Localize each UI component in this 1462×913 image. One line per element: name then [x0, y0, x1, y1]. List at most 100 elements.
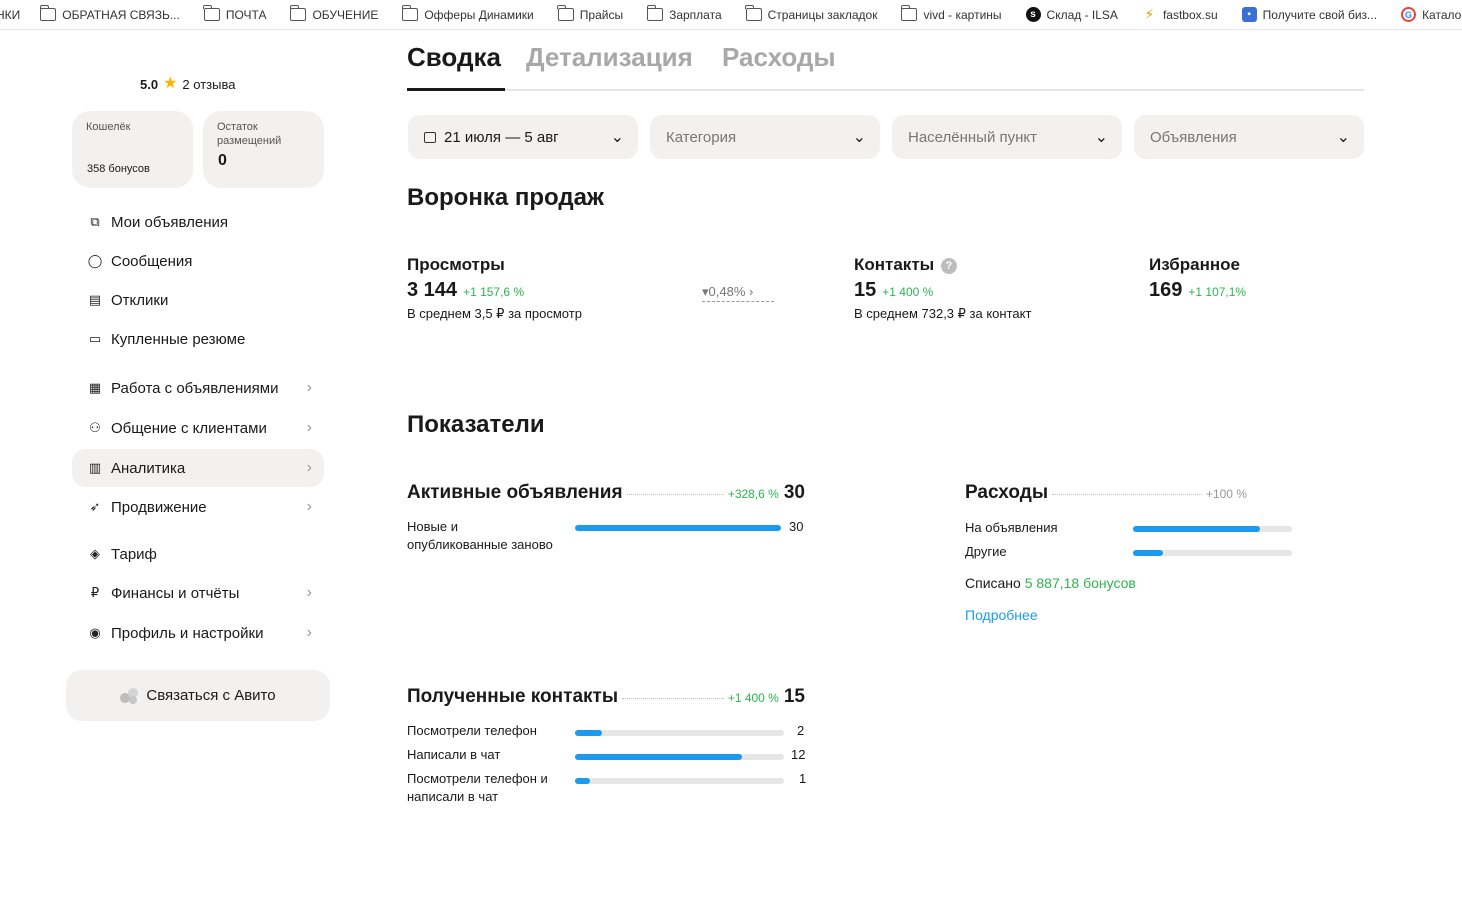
wallet-value: 358 бонусов [87, 163, 150, 175]
chevron-down-icon: ⌄ [852, 129, 866, 146]
location-filter[interactable]: Населённый пункт ⌄ [892, 115, 1122, 159]
category-filter[interactable]: Категория ⌄ [650, 115, 880, 159]
sidebar-item-label: Сообщения [111, 252, 193, 270]
contact-avito-button[interactable]: Связаться с Авито [66, 670, 330, 721]
bookmark-label: Офферы Динамики [424, 7, 534, 22]
contacts-metric: Контакты ? 15 +1 400 % В среднем 732,3 ₽… [854, 255, 1031, 322]
chat-bubbles-icon [120, 687, 140, 704]
folder-icon [745, 5, 762, 21]
bar-fill [575, 525, 781, 531]
sidebar-item-analytics[interactable]: ▥ Аналитика › [72, 449, 324, 487]
contacts-row-label: Посмотрели телефон и написали в чат [407, 771, 548, 804]
bookmark-label: ОБРАТНАЯ СВЯЗЬ... [62, 7, 180, 22]
views-title: Просмотры [407, 255, 505, 274]
sidebar-item-ads-work[interactable]: ▦ Работа с объявлениями › [72, 369, 324, 407]
expenses-row-bar [1133, 550, 1292, 556]
date-range-filter[interactable]: 21 июля — 5 авг ⌄ [408, 115, 638, 159]
wallet-card[interactable]: Кошелёк 358 бонусов [72, 111, 193, 188]
sidebar-item-my-ads[interactable]: ⧉ Мои объявления [72, 203, 324, 241]
contacts-row-value: 1 [799, 771, 807, 786]
bookmark-label: Прайсы [579, 7, 624, 22]
bookmark-salary[interactable]: Зарплата [646, 5, 722, 22]
sidebar-item-finance[interactable]: ₽ Финансы и отчёты › [72, 574, 324, 612]
expenses-row-label: На объявления [965, 520, 1058, 535]
sidebar-item-tariff[interactable]: ◈ Тариф [72, 535, 324, 573]
bookmark-feedback[interactable]: ОБРАТНАЯ СВЯЗЬ... [39, 5, 180, 22]
sidebar-item-responses[interactable]: ▤ Отклики [72, 281, 324, 319]
bar-fill [1133, 526, 1261, 532]
ads-filter[interactable]: Объявления ⌄ [1134, 115, 1364, 159]
favorites-title: Избранное [1149, 255, 1240, 274]
sidebar-item-label: Продвижение [111, 498, 207, 516]
contacts-delta: +1 400 % [882, 285, 934, 299]
responses-icon: ▤ [88, 292, 102, 307]
ruble-icon: ₽ [90, 585, 100, 600]
ads-work-icon: ▦ [88, 380, 102, 395]
rating-score: 5.0 [140, 76, 159, 92]
sidebar-item-label: Аналитика [111, 459, 186, 477]
spent-value: 5 887,18 бонусов [1024, 575, 1136, 591]
expenses-delta: +100 % [1205, 487, 1247, 501]
bar-fill [1133, 550, 1164, 556]
bookmark-vivd[interactable]: vivd - картины [900, 5, 1002, 22]
dotted-leader [626, 494, 724, 495]
contact-avito-label: Связаться с Авито [146, 687, 276, 704]
active-ads-title: Активные объявления [407, 482, 623, 503]
bookmark-label: Зарплата [669, 7, 722, 22]
conversion-rate[interactable]: ▾0,48% › [702, 284, 774, 302]
bookmark-label: Получите свой биз... [1262, 7, 1378, 22]
placements-value: 0 [218, 152, 227, 169]
funnel-title: Воронка продаж [407, 184, 604, 211]
bookmark-google[interactable]: G Каталог: Google [1401, 7, 1462, 22]
sidebar-item-promotion[interactable]: ➶ Продвижение › [72, 488, 324, 526]
sidebar-item-profile[interactable]: ◉ Профиль и настройки › [72, 614, 324, 652]
expenses-row-bar [1133, 526, 1292, 532]
analytics-tabs: Сводка Детализация Расходы [407, 42, 1364, 91]
bookmark-training[interactable]: ОБУЧЕНИЕ [289, 5, 378, 22]
favorites-delta: +1 107,1% [1188, 285, 1247, 299]
indicators-title: Показатели [407, 411, 545, 438]
chevron-right-icon: › [745, 284, 754, 299]
ads-placeholder: Объявления [1150, 128, 1237, 146]
chevron-down-icon: ⌄ [1094, 129, 1108, 146]
help-icon[interactable]: ? [940, 257, 957, 274]
bookmark-business[interactable]: ▪ Получите свой биз... [1241, 7, 1378, 22]
date-range-value: 21 июля — 5 авг [444, 128, 559, 146]
tab-details[interactable]: Детализация [526, 42, 693, 73]
contacts-row-value: 2 [797, 723, 805, 738]
bookmark-mail[interactable]: ПОЧТА [203, 5, 266, 22]
folder-icon [900, 5, 918, 21]
symfony-icon: s [1025, 7, 1041, 22]
active-ads-delta: +328,6 % [727, 487, 779, 501]
dotted-leader [1052, 494, 1202, 495]
bookmark-offers[interactable]: Офферы Динамики [401, 5, 534, 22]
dotted-leader [622, 698, 724, 699]
sidebar-item-label: Отклики [111, 291, 169, 309]
bar-fill [575, 730, 603, 736]
folder-icon [401, 5, 419, 21]
seller-rating[interactable]: 5.0 ★ 2 отзыва [140, 76, 235, 92]
expenses-row-label: Другие [965, 544, 1007, 559]
contacts-average: В среднем 732,3 ₽ за контакт [854, 306, 1032, 321]
sidebar-item-messages[interactable]: ◯ Сообщения [72, 242, 324, 280]
tab-summary[interactable]: Сводка [407, 42, 501, 73]
bookmark-ilsa[interactable]: s Склад - ILSA [1025, 7, 1118, 22]
more-link[interactable]: Подробнее [965, 607, 1038, 623]
bookmark-label: Каталог: Google [1422, 7, 1462, 22]
expenses-title: Расходы [965, 482, 1049, 503]
sidebar-item-clients[interactable]: ⚇ Общение с клиентами › [72, 409, 324, 447]
favorites-metric: Избранное 169 +1 107,1% [1149, 255, 1246, 302]
bookmark-label: fastbox.su [1162, 7, 1218, 22]
bookmark-prices[interactable]: Прайсы [557, 5, 624, 22]
sidebar-item-label: Финансы и отчёты [111, 584, 240, 602]
tab-expenses[interactable]: Расходы [722, 42, 836, 73]
sidebar-item-resumes[interactable]: ▭ Купленные резюме [72, 320, 324, 358]
contacts-row-bar [575, 778, 784, 784]
received-contacts-delta: +1 400 % [727, 691, 779, 705]
clients-icon: ⚇ [89, 420, 101, 435]
bookmark-fastbox[interactable]: ⚡ fastbox.su [1142, 6, 1218, 22]
bookmark-pages[interactable]: Страницы закладок [745, 5, 877, 22]
bookmark-partial[interactable]: НКИ [0, 8, 20, 22]
placements-card[interactable]: Остаток размещений 0 [203, 111, 324, 188]
views-value: 3 144 [407, 279, 458, 301]
